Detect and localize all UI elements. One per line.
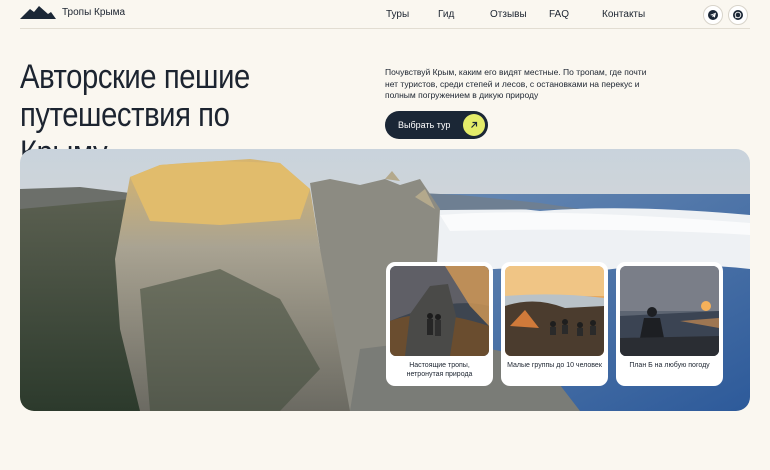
header-divider <box>20 28 750 29</box>
feature-card-label: Настоящие тропы, нетронутая природа <box>406 362 473 378</box>
telegram-button[interactable] <box>703 5 723 25</box>
sunset-photo <box>620 266 719 356</box>
whatsapp-button[interactable] <box>728 5 748 25</box>
nav-item-guide[interactable]: Гид <box>438 9 454 20</box>
whatsapp-icon <box>733 10 743 20</box>
feature-card-plan-b[interactable]: План Б на любую погоду <box>616 262 723 386</box>
nav-item-contacts[interactable]: Контакты <box>602 9 645 20</box>
nav-item-tours[interactable]: Туры <box>386 9 409 20</box>
hero-description: Почувствуй Крым, каким его видят местные… <box>385 67 647 100</box>
mountain-logo-icon <box>20 6 56 19</box>
logo-text: Тропы Крыма <box>62 7 126 18</box>
arrow-up-right-icon <box>463 114 485 136</box>
telegram-icon <box>708 10 718 20</box>
feature-card-groups[interactable]: Малые группы до 10 человек <box>501 262 608 386</box>
logo[interactable]: Тропы Крыма <box>20 6 125 19</box>
camp-photo <box>505 266 604 356</box>
choose-tour-button[interactable]: Выбрать тур <box>385 111 488 139</box>
nav-item-faq[interactable]: FAQ <box>549 9 569 20</box>
hikers-photo <box>390 266 489 356</box>
nav-item-reviews[interactable]: Отзывы <box>490 9 527 20</box>
feature-card-label: План Б на любую погоду <box>629 362 710 369</box>
page-title-line-1: Авторские пешие <box>20 58 250 96</box>
choose-tour-label: Выбрать тур <box>398 120 451 130</box>
feature-card-label: Малые группы до 10 человек <box>507 362 602 369</box>
feature-card-trails[interactable]: Настоящие тропы, нетронутая природа <box>386 262 493 386</box>
header: Тропы Крыма Туры Гид Отзывы FAQ Контакты <box>0 0 770 28</box>
